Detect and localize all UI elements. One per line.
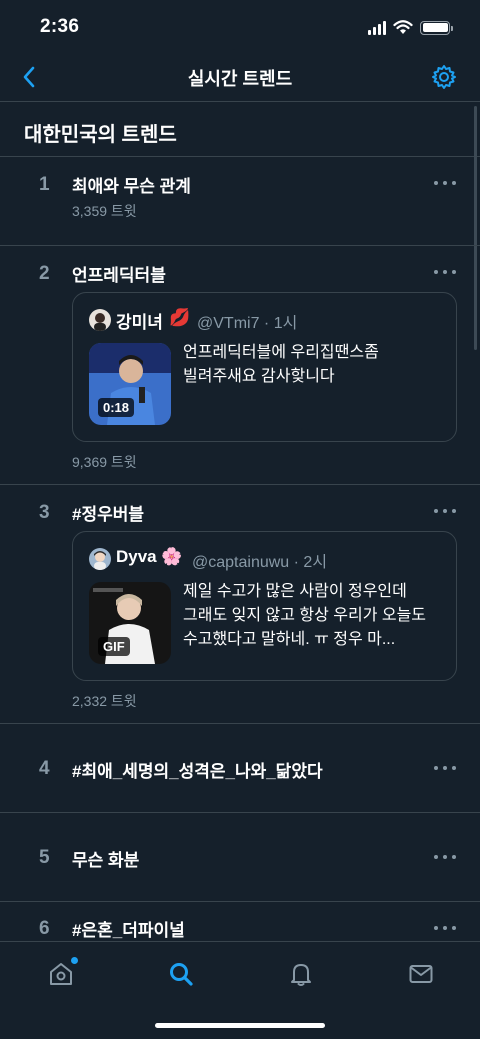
more-options-button[interactable] bbox=[434, 265, 456, 279]
tab-notifications[interactable] bbox=[286, 959, 316, 989]
settings-button[interactable] bbox=[430, 63, 458, 91]
page-title: 실시간 트렌드 bbox=[187, 69, 293, 89]
trend-tweet-count: 2,332 트윗 bbox=[72, 693, 137, 709]
more-options-button[interactable] bbox=[434, 176, 456, 190]
tweet-author-name: Dyva bbox=[116, 547, 157, 566]
home-icon bbox=[50, 963, 72, 985]
trend-tweet-count: 9,369 트윗 bbox=[72, 454, 137, 470]
trend-item[interactable]: 3 #정우버블 Dyva 🌸 @captainuwu · 2시 GIF 제일 수… bbox=[0, 485, 480, 724]
section-header: 대한민국의 트렌드 bbox=[0, 103, 480, 157]
tweet-handle-line: @VTmi7 · 1시 bbox=[197, 309, 297, 333]
gif-thumbnail[interactable]: GIF bbox=[89, 582, 171, 664]
home-indicator[interactable] bbox=[155, 1023, 325, 1028]
tweet-text: 제일 수고가 많은 사람이 정우인데 그래도 잊지 않고 항상 우리가 오늘도 … bbox=[183, 583, 427, 648]
trend-item[interactable]: 5 무슨 화분 bbox=[0, 813, 480, 902]
tweet-author-name: 강미녀 bbox=[116, 313, 163, 332]
trend-rank: 2 bbox=[39, 263, 50, 284]
status-icons bbox=[368, 20, 453, 35]
cellular-signal-icon bbox=[368, 20, 386, 35]
avatar bbox=[89, 309, 111, 331]
trend-rank: 1 bbox=[39, 174, 50, 195]
trend-name: #최애_세명의_성격은_나와_닮았다 bbox=[72, 762, 323, 781]
trend-item[interactable]: 1 최애와 무슨 관계 3,359 트윗 bbox=[0, 157, 480, 246]
tab-search[interactable] bbox=[166, 959, 196, 989]
trend-rank: 6 bbox=[39, 918, 50, 939]
video-duration-badge: 0:18 bbox=[98, 398, 135, 417]
more-options-button[interactable] bbox=[434, 761, 456, 775]
trend-name: 최애와 무슨 관계 bbox=[72, 177, 191, 196]
status-bar: 2:36 bbox=[0, 0, 480, 54]
gear-icon bbox=[432, 65, 456, 89]
tab-home[interactable] bbox=[46, 957, 78, 989]
trend-name: 언프레딕터블 bbox=[72, 266, 166, 285]
trend-name: #은혼_더파이널 bbox=[72, 921, 185, 940]
section-title: 대한민국의 트렌드 bbox=[24, 124, 177, 146]
tweet-author-handle: @VTmi7 bbox=[197, 315, 260, 332]
more-options-button[interactable] bbox=[434, 921, 456, 935]
trend-item[interactable]: 4 #최애_세명의_성격은_나와_닮았다 bbox=[0, 724, 480, 813]
lips-emoji: 💋 bbox=[169, 308, 191, 327]
gif-badge: GIF bbox=[98, 637, 130, 656]
tweet-text: 언프레딕터블에 우리집땐스좀 빌려주새요 감사핮니다 bbox=[183, 344, 379, 385]
search-icon bbox=[170, 963, 193, 986]
trend-name: 무슨 화분 bbox=[72, 851, 140, 870]
bell-icon bbox=[291, 964, 311, 986]
trend-rank: 5 bbox=[39, 847, 50, 868]
trend-name: #정우버블 bbox=[72, 505, 145, 524]
tweet-time: · 2시 bbox=[293, 554, 328, 571]
trend-item[interactable]: 2 언프레딕터블 강미녀 💋 @VTmi7 · 1시 0:18 언프레딕터블에 … bbox=[0, 246, 480, 485]
embedded-tweet-card[interactable]: Dyva 🌸 @captainuwu · 2시 GIF 제일 수고가 많은 사람… bbox=[72, 531, 457, 681]
tweet-author-handle: @captainuwu bbox=[192, 554, 290, 571]
trend-rank: 4 bbox=[39, 758, 50, 779]
avatar bbox=[89, 548, 111, 570]
tab-messages[interactable] bbox=[406, 959, 436, 989]
battery-icon bbox=[420, 20, 453, 35]
embedded-tweet-card[interactable]: 강미녀 💋 @VTmi7 · 1시 0:18 언프레딕터블에 우리집땐스좀 빌려… bbox=[72, 292, 457, 442]
nav-bar: 실시간 트렌드 bbox=[0, 54, 480, 102]
trend-tweet-count: 3,359 트윗 bbox=[72, 203, 137, 219]
status-time: 2:36 bbox=[40, 16, 80, 37]
trend-rank: 3 bbox=[39, 502, 50, 523]
trend-item[interactable]: 6 #은혼_더파이널 bbox=[0, 902, 480, 942]
notification-dot bbox=[71, 957, 78, 964]
mail-icon bbox=[409, 965, 433, 983]
tweet-time: · 1시 bbox=[263, 315, 298, 332]
cherry-blossom-emoji: 🌸 bbox=[161, 547, 183, 566]
wifi-icon bbox=[393, 20, 413, 34]
tweet-handle-line: @captainuwu · 2시 bbox=[192, 548, 327, 572]
more-options-button[interactable] bbox=[434, 504, 456, 518]
more-options-button[interactable] bbox=[434, 850, 456, 864]
video-thumbnail[interactable]: 0:18 bbox=[89, 343, 171, 425]
